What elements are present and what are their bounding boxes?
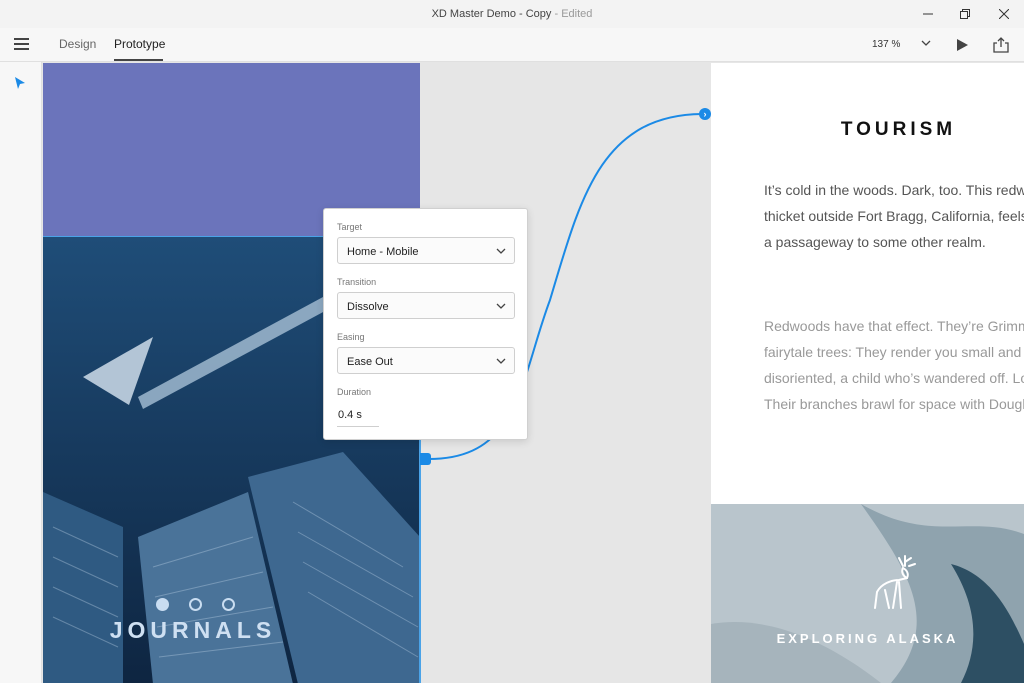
- target-label: Target: [337, 222, 363, 232]
- chevron-down-icon[interactable]: [920, 37, 932, 49]
- tourism-artboard[interactable]: TOURISM It’s cold in the woods. Dark, to…: [711, 63, 1024, 683]
- duration-input[interactable]: 0.4 s: [337, 409, 379, 427]
- tourism-paragraph-2: Redwoods have that effect. They’re Grimm…: [764, 318, 1024, 412]
- easing-select[interactable]: Ease Out: [337, 347, 515, 374]
- hamburger-icon[interactable]: [14, 38, 29, 50]
- transition-value: Dissolve: [347, 301, 389, 313]
- app-toolbar: Design Prototype 137 %: [0, 28, 1024, 62]
- document-name: XD Master Demo - Copy: [431, 8, 552, 20]
- tourism-heading: TOURISM: [840, 119, 957, 140]
- close-button[interactable]: [992, 4, 1016, 24]
- title-bar: XD Master Demo - Copy - Edited: [0, 0, 1024, 28]
- minimize-button[interactable]: [916, 4, 940, 24]
- deer-icon: [874, 555, 916, 609]
- tourism-paragraph-1: It’s cold in the woods. Dark, too. This …: [764, 182, 1024, 250]
- window-title: XD Master Demo - Copy - Edited: [0, 8, 1024, 20]
- carousel-dot-1[interactable]: [156, 598, 169, 611]
- carousel-dot-3[interactable]: [222, 598, 235, 611]
- restore-button[interactable]: [953, 4, 977, 24]
- document-status: Edited: [561, 8, 593, 20]
- tab-design[interactable]: Design: [59, 37, 96, 51]
- tool-rail: [0, 62, 42, 683]
- minimize-icon: [923, 13, 933, 15]
- duration-label: Duration: [337, 387, 372, 397]
- share-icon[interactable]: [992, 36, 1010, 54]
- target-select[interactable]: Home - Mobile: [337, 237, 515, 264]
- transition-select[interactable]: Dissolve: [337, 292, 515, 319]
- easing-label: Easing: [337, 332, 365, 342]
- wire-source-handle[interactable]: [420, 453, 431, 465]
- wire-target-arrow-icon[interactable]: ›: [699, 108, 711, 120]
- carousel-dot-2[interactable]: [189, 598, 202, 611]
- title-separator: -: [551, 8, 562, 20]
- select-tool-icon[interactable]: [14, 76, 26, 90]
- easing-value: Ease Out: [347, 356, 393, 368]
- alaska-banner-label: EXPLORING ALASKA: [776, 631, 959, 646]
- transition-label: Transition: [337, 277, 377, 287]
- chevron-down-icon: [496, 358, 506, 364]
- journals-heading: JOURNALS: [109, 617, 277, 643]
- target-value: Home - Mobile: [347, 246, 419, 258]
- active-tab-indicator: [114, 59, 163, 61]
- play-icon[interactable]: [953, 36, 971, 54]
- close-icon: [999, 9, 1009, 19]
- chevron-down-icon: [496, 248, 506, 254]
- alaska-banner: EXPLORING ALASKA: [711, 504, 1024, 683]
- tab-prototype[interactable]: Prototype: [114, 37, 165, 51]
- restore-icon: [960, 9, 970, 19]
- prototype-properties-panel: Target Home - Mobile Transition Dissolve…: [323, 208, 528, 440]
- zoom-level[interactable]: 137 %: [872, 39, 900, 50]
- chevron-down-icon: [496, 303, 506, 309]
